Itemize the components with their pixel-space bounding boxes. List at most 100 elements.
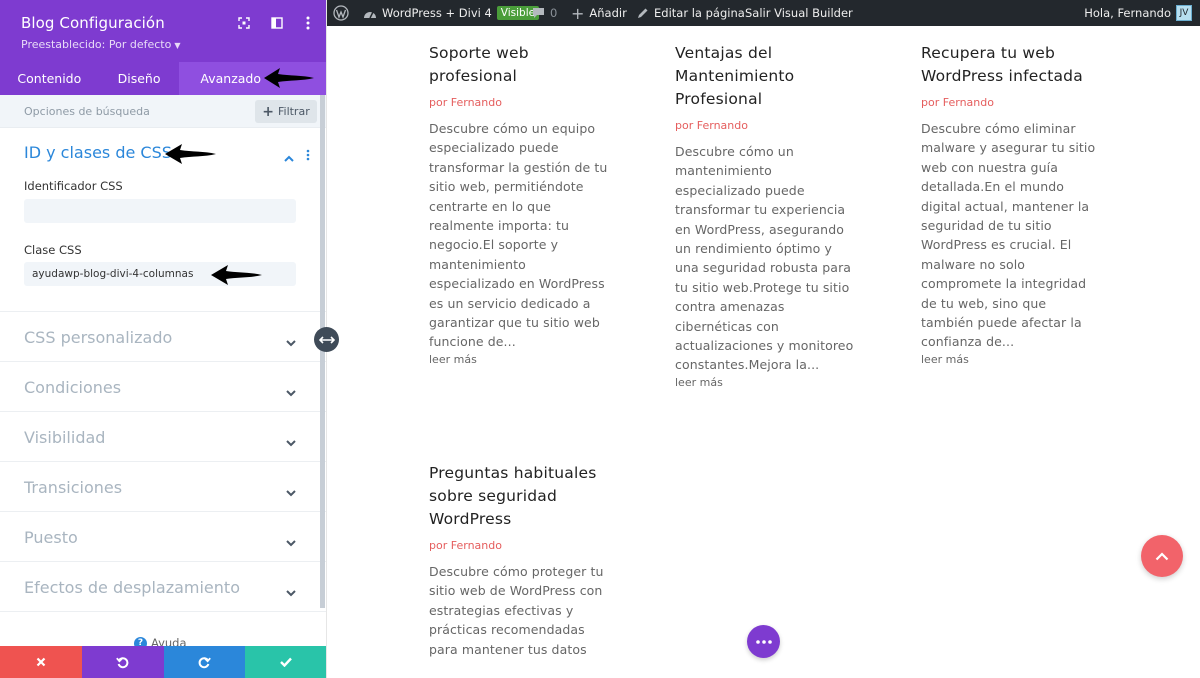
- tab-contenido[interactable]: Contenido: [0, 62, 99, 95]
- chevron-down-icon: [286, 332, 296, 351]
- exit-visual-builder-link[interactable]: Salir Visual Builder: [745, 0, 853, 26]
- wp-admin-bar: WordPress + Divi 4 Visible 0 + Añadir Ed…: [327, 0, 1200, 26]
- plus-icon: +: [262, 103, 274, 120]
- add-new-link[interactable]: + Añadir: [571, 0, 627, 26]
- post-author[interactable]: Fernando: [451, 539, 502, 552]
- avatar: JV: [1176, 5, 1192, 21]
- chevron-down-icon: [286, 582, 296, 601]
- panel-action-bar: [0, 646, 326, 678]
- wordpress-logo-icon[interactable]: [333, 0, 349, 26]
- scroll-to-top-button[interactable]: [1141, 535, 1183, 577]
- edit-label: Editar la página: [654, 6, 745, 20]
- redo-icon: [198, 656, 211, 668]
- panel-resize-handle[interactable]: [314, 327, 339, 352]
- options-search-input[interactable]: [24, 105, 244, 118]
- options-search-bar: + Filtrar: [0, 95, 326, 128]
- annotation-arrow-icon: [211, 265, 262, 285]
- collapsed-sections: CSS personalizado Condiciones Visibilida…: [0, 312, 326, 612]
- redo-button[interactable]: [163, 646, 246, 678]
- undo-button[interactable]: [81, 646, 164, 678]
- post-title[interactable]: Ventajas del Mantenimiento Profesional: [675, 42, 855, 111]
- cancel-button[interactable]: [0, 646, 82, 678]
- chevron-down-icon: [286, 482, 296, 501]
- save-button[interactable]: [245, 646, 326, 678]
- section-label: Visibilidad: [24, 428, 106, 447]
- tab-diseno[interactable]: Diseño: [99, 62, 180, 95]
- read-more-link[interactable]: leer más: [675, 376, 855, 389]
- panel-title: Blog Configuración: [21, 14, 165, 32]
- section-label: Efectos de desplazamiento: [24, 578, 240, 597]
- edit-page-link[interactable]: Editar la página: [637, 0, 745, 26]
- read-more-link[interactable]: leer más: [921, 353, 1101, 366]
- site-name-link[interactable]: WordPress + Divi 4 Visible: [363, 0, 540, 26]
- preset-selector[interactable]: Preestablecido: Por defecto ▼: [21, 38, 181, 51]
- section-transiciones[interactable]: Transiciones: [0, 462, 326, 512]
- post-meta: por Fernando: [921, 95, 1101, 110]
- undo-icon: [116, 656, 129, 668]
- chevron-down-icon: [286, 532, 296, 551]
- meta-prefix: por: [921, 96, 940, 109]
- fullscreen-icon[interactable]: [236, 15, 252, 31]
- chevron-down-icon: [286, 432, 296, 451]
- post-excerpt: Descubre cómo proteger tu sitio web de W…: [429, 564, 604, 657]
- site-name: WordPress + Divi 4: [382, 6, 492, 20]
- post-excerpt: Descubre cómo eliminar malware y asegura…: [921, 121, 1096, 350]
- section-condiciones[interactable]: Condiciones: [0, 362, 326, 412]
- account-menu[interactable]: Hola, Fernando JV: [1084, 0, 1192, 26]
- post-author[interactable]: Fernando: [697, 119, 748, 132]
- blog-content-area: Soporte web profesional por Fernando Des…: [327, 26, 1200, 678]
- section-puesto[interactable]: Puesto: [0, 512, 326, 562]
- post-author[interactable]: Fernando: [451, 96, 502, 109]
- post-title[interactable]: Soporte web profesional: [429, 42, 609, 88]
- filter-button[interactable]: + Filtrar: [255, 100, 317, 123]
- comment-icon: [533, 8, 544, 18]
- page-settings-button[interactable]: [747, 625, 780, 658]
- section-label: Condiciones: [24, 378, 122, 397]
- chevron-up-icon[interactable]: [284, 147, 294, 166]
- annotation-arrow-icon: [165, 144, 216, 164]
- comments-count: 0: [550, 6, 558, 20]
- section-title-css-id-classes[interactable]: ID y clases de CSS: [24, 143, 172, 162]
- more-horizontal-icon: [755, 639, 772, 644]
- pencil-icon: [638, 8, 648, 18]
- panel-header: Blog Configuración Preestablecido: Por d…: [0, 0, 326, 62]
- close-icon: [36, 657, 46, 667]
- post-title[interactable]: Recupera tu web WordPress infectada: [921, 42, 1101, 88]
- more-options-icon[interactable]: [300, 15, 316, 31]
- section-css-personalizado[interactable]: CSS personalizado: [0, 312, 326, 362]
- settings-panel: Blog Configuración Preestablecido: Por d…: [0, 0, 327, 678]
- meta-prefix: por: [429, 96, 448, 109]
- filter-label: Filtrar: [277, 105, 310, 118]
- post-excerpt: Descubre cómo un mantenimiento especiali…: [675, 144, 854, 373]
- checkmark-icon: [280, 657, 293, 667]
- chevron-down-icon: [286, 382, 296, 401]
- post-title[interactable]: Preguntas habituales sobre seguridad Wor…: [429, 462, 609, 531]
- css-class-label: Clase CSS: [24, 243, 82, 257]
- dashboard-icon: [364, 11, 376, 19]
- section-visibilidad[interactable]: Visibilidad: [0, 412, 326, 462]
- dock-icon[interactable]: [269, 15, 285, 31]
- resize-arrows-icon: [318, 335, 335, 344]
- post-author[interactable]: Fernando: [943, 96, 994, 109]
- section-label: Transiciones: [24, 478, 123, 497]
- read-more-link[interactable]: leer más: [429, 353, 609, 366]
- css-id-input[interactable]: [24, 199, 296, 223]
- chevron-up-icon: [1155, 551, 1169, 560]
- post-meta: por Fernando: [675, 118, 855, 133]
- post-excerpt: Descubre cómo un equipo especializado pu…: [429, 121, 608, 350]
- section-menu-icon[interactable]: [306, 146, 310, 165]
- comments-link[interactable]: 0: [532, 0, 557, 26]
- caret-down-icon: ▼: [174, 41, 181, 50]
- preset-label: Preestablecido: Por defecto: [21, 38, 172, 51]
- meta-prefix: por: [675, 119, 694, 132]
- add-label: Añadir: [589, 6, 627, 20]
- annotation-arrow-icon: [264, 68, 314, 88]
- greeting: Hola, Fernando: [1084, 6, 1171, 20]
- plus-icon: +: [571, 3, 585, 23]
- post-meta: por Fernando: [429, 95, 609, 110]
- blog-post-card: Preguntas habituales sobre seguridad Wor…: [429, 462, 609, 659]
- section-label: Puesto: [24, 528, 78, 547]
- blog-post-card: Soporte web profesional por Fernando Des…: [429, 42, 609, 366]
- meta-prefix: por: [429, 539, 448, 552]
- section-efectos-desplazamiento[interactable]: Efectos de desplazamiento: [0, 562, 326, 612]
